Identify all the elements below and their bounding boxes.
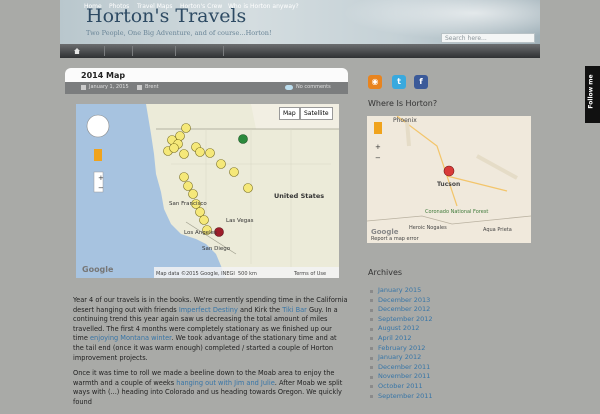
map-marker[interactable] [188, 189, 198, 199]
map-type-satellite-button[interactable]: Satellite [300, 107, 333, 120]
map-label-forest: Coronado National Forest [425, 209, 488, 215]
map-label-city: San Diego [202, 246, 231, 252]
archive-link[interactable]: September 2012 [370, 315, 433, 325]
highway [396, 116, 508, 207]
post-comments[interactable]: No comments [296, 84, 331, 90]
archive-link[interactable]: January 2015 [370, 286, 433, 296]
follow-me-label: Follow me [587, 74, 595, 109]
pegman-icon[interactable] [374, 122, 382, 134]
comment-icon [285, 85, 293, 90]
nav-travel-maps[interactable]: Travel Maps [137, 0, 173, 14]
map-marker[interactable] [205, 148, 215, 158]
map-pan-control[interactable] [86, 114, 110, 138]
archive-link[interactable]: December 2011 [370, 363, 433, 373]
pegman-icon[interactable] [94, 149, 102, 161]
archive-link[interactable]: August 2012 [370, 324, 433, 334]
nav-divider [175, 46, 176, 56]
map-marker[interactable] [179, 172, 189, 182]
map-marker[interactable] [181, 123, 191, 133]
post-date: January 1, 2015 [89, 84, 129, 90]
map-label-city: Tucson [437, 181, 460, 188]
archive-link[interactable]: December 2012 [370, 305, 433, 315]
google-logo: Google [82, 265, 114, 274]
where-map[interactable]: + − Phoenix Tucson Coronado National For… [367, 116, 531, 243]
search-input[interactable]: Search here... [441, 33, 535, 43]
widget-title-archives: Archives [368, 268, 403, 277]
post-paragraph: Once it was time to roll we made a beeli… [73, 369, 348, 407]
map-marker[interactable] [169, 143, 179, 153]
map-marker[interactable] [195, 147, 205, 157]
map-label-city: San Francisco [169, 201, 207, 207]
link-montana-winter[interactable]: enjoying Montana winter [90, 334, 171, 342]
site-tagline: Two People, One Big Adventure, and of co… [86, 29, 272, 37]
nav-who-is-horton[interactable]: Who is Horton anyway? [228, 0, 299, 14]
post-paragraph: Year 4 of our travels is in the books. W… [73, 296, 348, 363]
link-tiki-bar[interactable]: Tiki Bar [282, 306, 307, 314]
map-label-usa: United States [274, 192, 324, 200]
map-marker-green[interactable] [238, 134, 248, 144]
zoom-out-button[interactable]: − [375, 154, 381, 162]
author-icon [137, 85, 142, 90]
follow-me-tab[interactable]: Follow me [585, 66, 600, 123]
map-label-city: Las Vegas [226, 218, 254, 224]
archive-link[interactable]: December 2013 [370, 296, 433, 306]
zoom-in-button[interactable]: + [98, 174, 104, 182]
map-scale: 500 km [238, 271, 257, 277]
nav-hortons-crew[interactable]: Horton's Crew [180, 0, 222, 14]
map-marker[interactable] [229, 167, 239, 177]
archive-link[interactable]: February 2012 [370, 344, 433, 354]
archive-link[interactable]: October 2011 [370, 382, 433, 392]
map-type-map-button[interactable]: Map [279, 107, 300, 120]
border-line [367, 215, 531, 225]
map-error-link[interactable]: Report a map error [371, 236, 420, 242]
map-terms[interactable]: Terms of Use [293, 271, 326, 277]
post-author[interactable]: Brent [145, 84, 159, 90]
rss-icon[interactable]: ◉ [368, 75, 382, 89]
zoom-out-button[interactable]: − [98, 184, 104, 192]
map-marker[interactable] [216, 159, 226, 169]
map-marker[interactable] [199, 215, 209, 225]
nav-home[interactable]: Home [84, 0, 102, 14]
map-label-city: Los Angeles [184, 230, 217, 236]
archive-list: January 2015 December 2013 December 2012… [370, 286, 433, 401]
archive-link[interactable]: January 2012 [370, 353, 433, 363]
map-attribution: Map data ©2015 Google, INEGI [156, 270, 235, 277]
where-map-graphic: + − Phoenix Tucson Coronado National For… [367, 116, 531, 242]
google-logo: Google [371, 228, 399, 236]
post-title[interactable]: 2014 Map [81, 71, 125, 80]
map-marker[interactable] [183, 181, 193, 191]
map-marker[interactable] [243, 183, 253, 193]
travel-map[interactable]: + − United States San Francisco Las Vega… [76, 104, 339, 278]
facebook-icon[interactable]: f [414, 75, 428, 89]
map-label-city: Phoenix [393, 117, 417, 124]
map-graphic: + − United States San Francisco Las Vega… [82, 104, 339, 278]
map-marker[interactable] [175, 131, 185, 141]
archive-link[interactable]: November 2011 [370, 372, 433, 382]
map-pan-circle[interactable] [86, 114, 110, 138]
nav-divider [104, 46, 105, 56]
link-imperfect-destiny[interactable]: Imperfect Destiny [179, 306, 238, 314]
widget-title-where: Where Is Horton? [368, 99, 438, 108]
land-usa [146, 104, 339, 278]
map-marker-current[interactable] [443, 165, 455, 177]
map-label-city: Heroic Nogales [409, 225, 447, 231]
link-jim-and-julie[interactable]: hanging out with Jim and Julie [176, 379, 275, 387]
terrain [405, 120, 518, 180]
paragraph-text: and Kirk the [237, 305, 283, 314]
map-marker[interactable] [179, 149, 189, 159]
map-marker[interactable] [195, 207, 205, 217]
nav-divider [132, 46, 133, 56]
map-label-city: Aqua Prieta [483, 227, 512, 233]
nav-divider [223, 46, 224, 56]
archive-link[interactable]: April 2012 [370, 334, 433, 344]
zoom-in-button[interactable]: + [375, 143, 381, 151]
calendar-icon [81, 85, 86, 90]
nav-photos[interactable]: Photos [109, 0, 129, 14]
twitter-icon[interactable]: t [392, 75, 406, 89]
post-body: Year 4 of our travels is in the books. W… [73, 296, 348, 414]
